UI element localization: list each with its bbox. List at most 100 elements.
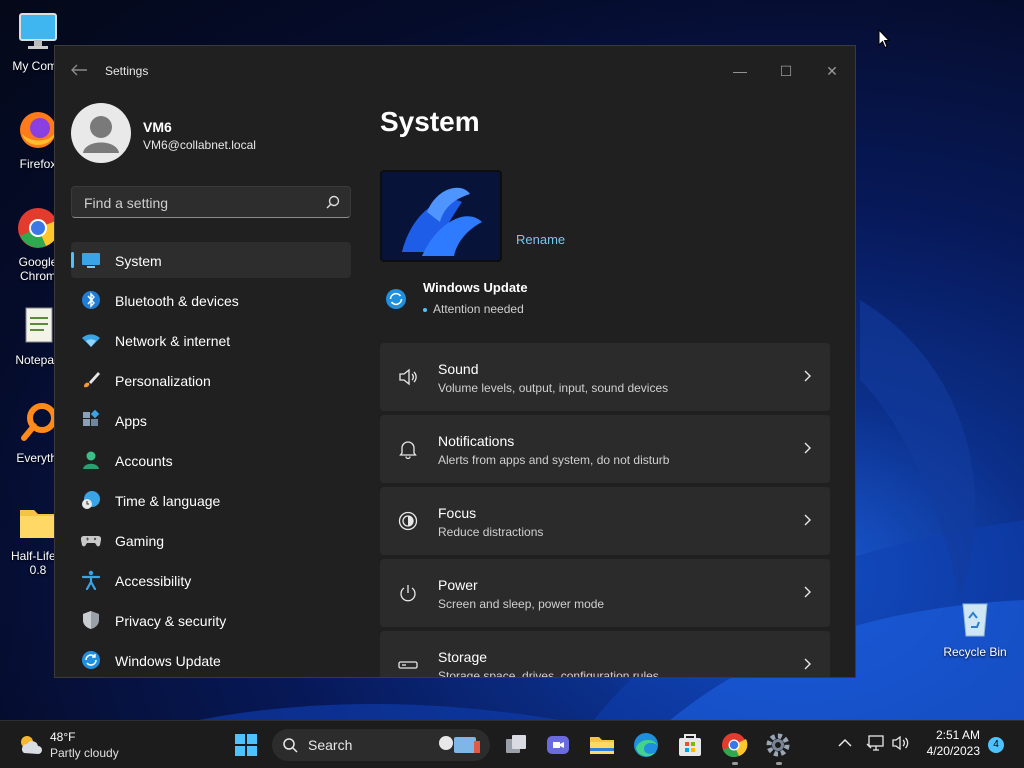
- paintbrush-icon: [84, 372, 100, 388]
- sidebar-item-label: Apps: [115, 413, 147, 429]
- taskbar-search-label: Search: [308, 737, 353, 753]
- back-arrow-icon[interactable]: [69, 62, 89, 78]
- running-indicator: [776, 762, 782, 765]
- desktop-icon-recycle-bin[interactable]: Recycle Bin: [940, 596, 1010, 659]
- search-icon[interactable]: [326, 195, 340, 209]
- sidebar-item-system[interactable]: System: [71, 242, 351, 278]
- volume-icon[interactable]: [891, 733, 911, 753]
- clock[interactable]: 2:51 AM 4/20/2023: [918, 728, 980, 758]
- close-button[interactable]: ✕: [809, 56, 855, 86]
- status-dot: [423, 307, 427, 312]
- sidebar-item-windows-update[interactable]: Windows Update: [71, 642, 351, 677]
- sidebar-item-accessibility[interactable]: Accessibility: [71, 562, 351, 598]
- start-button[interactable]: [230, 729, 262, 761]
- weather-temperature: 48°F: [50, 730, 76, 744]
- microsoft-store-icon[interactable]: [674, 729, 706, 761]
- sidebar-item-gaming[interactable]: Gaming: [71, 522, 351, 558]
- page-title: System: [380, 106, 480, 137]
- chevron-up-icon[interactable]: [835, 733, 855, 753]
- minimize-button[interactable]: —: [717, 56, 763, 86]
- sidebar-item-accounts[interactable]: Accounts: [71, 442, 351, 478]
- taskbar: 48°F Partly cloudy Search 2:51 AM 4/20/2…: [0, 720, 1024, 768]
- notification-count-badge[interactable]: 4: [988, 737, 1004, 753]
- card-notifications[interactable]: Notifications Alerts from apps and syste…: [380, 415, 830, 483]
- profile-email: VM6@collabnet.local: [143, 138, 256, 152]
- window-title: Settings: [105, 64, 149, 78]
- sidebar-item-label: Personalization: [115, 373, 211, 389]
- maximize-button[interactable]: ☐: [763, 56, 809, 86]
- shield-icon: [83, 611, 99, 629]
- card-subtitle: Reduce distractions: [438, 525, 544, 539]
- wifi-icon: [82, 334, 100, 347]
- sidebar-item-label: Bluetooth & devices: [115, 293, 239, 309]
- file-explorer-icon[interactable]: [586, 729, 618, 761]
- globe-clock-icon: [82, 491, 100, 509]
- sidebar-item-label: System: [115, 253, 162, 269]
- card-storage[interactable]: Storage Storage space, drives, configura…: [380, 631, 830, 678]
- card-subtitle: Volume levels, output, input, sound devi…: [438, 381, 669, 395]
- card-title: Notifications: [438, 433, 515, 449]
- sidebar-item-label: Accounts: [115, 453, 173, 469]
- network-wired-icon[interactable]: [866, 733, 886, 753]
- windows-update-title: Windows Update: [423, 280, 528, 295]
- card-subtitle: Storage space, drives, configuration rul…: [438, 669, 659, 678]
- windows-update-subtitle: Attention needed: [423, 302, 524, 316]
- card-title: Focus: [438, 505, 477, 521]
- search-highlight-icon: [439, 736, 480, 753]
- edge-browser-icon[interactable]: [630, 729, 662, 761]
- recycle-bin-icon: [962, 603, 988, 637]
- chevron-right-icon: [804, 586, 811, 598]
- chevron-right-icon: [804, 658, 811, 670]
- sidebar-item-label: Network & internet: [115, 333, 231, 349]
- sidebar-item-time-language[interactable]: Time & language: [71, 482, 351, 518]
- desktop-icon-label: Recycle Bin: [943, 645, 1007, 659]
- card-sound[interactable]: Sound Volume levels, output, input, soun…: [380, 343, 830, 411]
- mouse-cursor-icon: [878, 29, 890, 49]
- sidebar-item-apps[interactable]: Apps: [71, 402, 351, 438]
- clock-date: 4/20/2023: [926, 744, 980, 758]
- card-power[interactable]: Power Screen and sleep, power mode: [380, 559, 830, 627]
- sidebar-item-bluetooth[interactable]: Bluetooth & devices: [71, 282, 351, 318]
- speaker-icon: [399, 368, 417, 386]
- wallpaper-bloom-image: [382, 172, 500, 260]
- sidebar-item-privacy-security[interactable]: Privacy & security: [71, 602, 351, 638]
- clock-time: 2:51 AM: [935, 728, 980, 742]
- card-subtitle: Screen and sleep, power mode: [438, 597, 605, 611]
- search-icon: [283, 738, 298, 753]
- rename-link[interactable]: Rename: [516, 232, 565, 247]
- storage-drive-icon: [398, 661, 418, 669]
- sidebar-item-label: Gaming: [115, 533, 165, 549]
- teams-chat-icon[interactable]: [542, 729, 574, 761]
- apps-icon: [83, 410, 100, 426]
- avatar[interactable]: [71, 103, 131, 163]
- sidebar-item-label: Accessibility: [115, 573, 192, 589]
- account-icon: [83, 451, 99, 469]
- settings-taskbar-icon[interactable]: [762, 729, 794, 761]
- card-focus[interactable]: Focus Reduce distractions: [380, 487, 830, 555]
- windows-update-status-text: Attention needed: [433, 302, 524, 316]
- system-monitor-icon: [82, 253, 100, 268]
- chrome-taskbar-icon[interactable]: [718, 729, 750, 761]
- focus-icon: [398, 511, 418, 531]
- search-input[interactable]: [82, 187, 316, 219]
- running-indicator: [732, 762, 738, 765]
- taskbar-search[interactable]: Search: [272, 729, 490, 761]
- power-icon: [400, 585, 416, 602]
- sidebar-item-personalization[interactable]: Personalization: [71, 362, 351, 398]
- chevron-right-icon: [804, 370, 811, 382]
- settings-window: Settings — ☐ ✕ VM6 VM6@collabnet.local S…: [54, 45, 856, 678]
- chevron-right-icon: [804, 442, 811, 454]
- user-avatar-icon: [83, 116, 119, 153]
- card-title: Storage: [438, 649, 488, 665]
- windows-update-icon: [386, 289, 406, 309]
- sidebar-nav: System Bluetooth & devices Network & int…: [71, 242, 351, 677]
- accessibility-icon: [81, 570, 101, 590]
- partly-cloudy-icon: [21, 736, 42, 754]
- bell-icon: [399, 441, 417, 459]
- sidebar-item-label: Privacy & security: [115, 613, 227, 629]
- title-bar[interactable]: Settings — ☐ ✕: [55, 46, 855, 92]
- sidebar-item-network[interactable]: Network & internet: [71, 322, 351, 358]
- task-view-icon[interactable]: [500, 729, 532, 761]
- settings-search-box[interactable]: [71, 186, 351, 219]
- gamepad-icon: [81, 535, 101, 547]
